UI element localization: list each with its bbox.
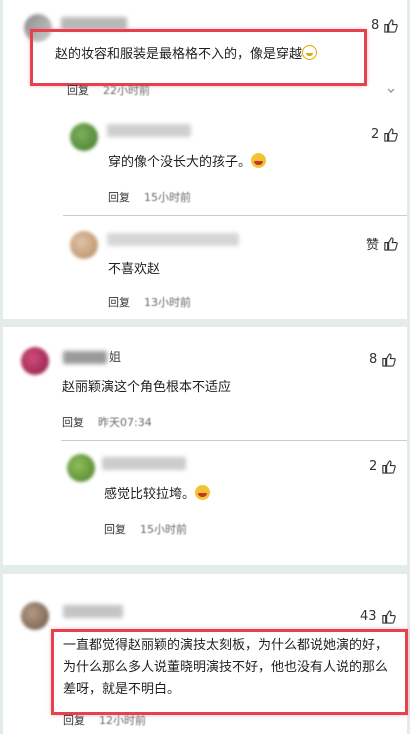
reply-text: 不喜欢赵: [108, 262, 161, 277]
divider: [61, 440, 407, 441]
like-label: 赞: [366, 238, 380, 253]
timestamp: 昨天07:34: [98, 416, 152, 429]
timestamp: 15小时前: [140, 523, 187, 536]
comment-meta: 回复 12小时前: [63, 712, 146, 728]
like-button[interactable]: 8: [369, 352, 397, 367]
thumbs-up-icon: [384, 237, 398, 251]
like-count: 2: [369, 459, 378, 474]
avatar[interactable]: [67, 454, 95, 482]
timestamp: 22小时前: [103, 84, 150, 97]
thumbs-up-icon: [382, 353, 397, 367]
comment-card: 姐 8 赵丽颖演这个角色根本不适应 回复 昨天07:34 2 感觉比较拉垮。 回复…: [3, 327, 407, 565]
timestamp: 12小时前: [99, 714, 146, 727]
like-button[interactable]: 43: [360, 609, 396, 624]
reply-button[interactable]: 回复: [63, 714, 85, 727]
username[interactable]: [102, 457, 186, 470]
like-count: 8: [369, 352, 378, 367]
thumbs-up-icon: [384, 19, 399, 33]
comment-card: 43 一直都觉得赵丽颖的演技太刻板，为什么都说她演的好，为什么那么多人说董晓明演…: [3, 574, 408, 734]
username[interactable]: [107, 124, 191, 137]
like-button[interactable]: 2: [371, 127, 399, 142]
comment-card: 8 赵的妆容和服装是最格格不入的，像是穿越 回复 22小时前 2 穿的像个没长大的…: [3, 0, 407, 319]
reply-button[interactable]: 回复: [67, 84, 89, 97]
username[interactable]: [107, 233, 239, 246]
reply-meta: 回复 13小时前: [108, 294, 191, 310]
like-button[interactable]: 8: [371, 18, 399, 33]
timestamp: 15小时前: [144, 191, 191, 204]
reply-button[interactable]: 回复: [108, 191, 130, 204]
highlight-box: [30, 29, 367, 86]
like-button[interactable]: 赞: [366, 234, 398, 253]
avatar[interactable]: [70, 231, 98, 259]
reply-meta: 回复 15小时前: [108, 189, 191, 205]
thumbs-up-icon: [381, 610, 396, 624]
highlight-box: [51, 629, 408, 715]
thumbs-up-icon: [382, 460, 397, 474]
reply-button[interactable]: 回复: [108, 296, 130, 309]
timestamp: 13小时前: [144, 296, 191, 309]
reply-button[interactable]: 回复: [62, 416, 84, 429]
comment-text: 赵丽颖演这个角色根本不适应: [62, 380, 232, 395]
username[interactable]: [63, 351, 107, 364]
reply-text: 感觉比较拉垮。: [104, 484, 364, 506]
like-button[interactable]: 2: [369, 459, 397, 474]
avatar[interactable]: [21, 602, 49, 630]
divider: [63, 215, 407, 216]
like-count: 2: [371, 127, 380, 142]
comment-meta: 回复 22小时前: [67, 82, 150, 98]
reply-text: 穿的像个没长大的孩子。: [108, 152, 368, 174]
more-chevron-icon[interactable]: [387, 87, 395, 95]
username[interactable]: [63, 605, 123, 618]
comment-meta: 回复 昨天07:34: [62, 414, 152, 430]
thumbs-up-icon: [384, 128, 399, 142]
reply-button[interactable]: 回复: [104, 523, 126, 536]
emoji-icon: [195, 485, 211, 500]
username-suffix: 姐: [109, 350, 122, 364]
avatar[interactable]: [70, 123, 98, 151]
reply-meta: 回复 15小时前: [104, 521, 187, 537]
avatar[interactable]: [21, 347, 49, 375]
like-count: 8: [371, 18, 380, 33]
like-count: 43: [360, 609, 377, 624]
emoji-icon: [251, 153, 267, 168]
